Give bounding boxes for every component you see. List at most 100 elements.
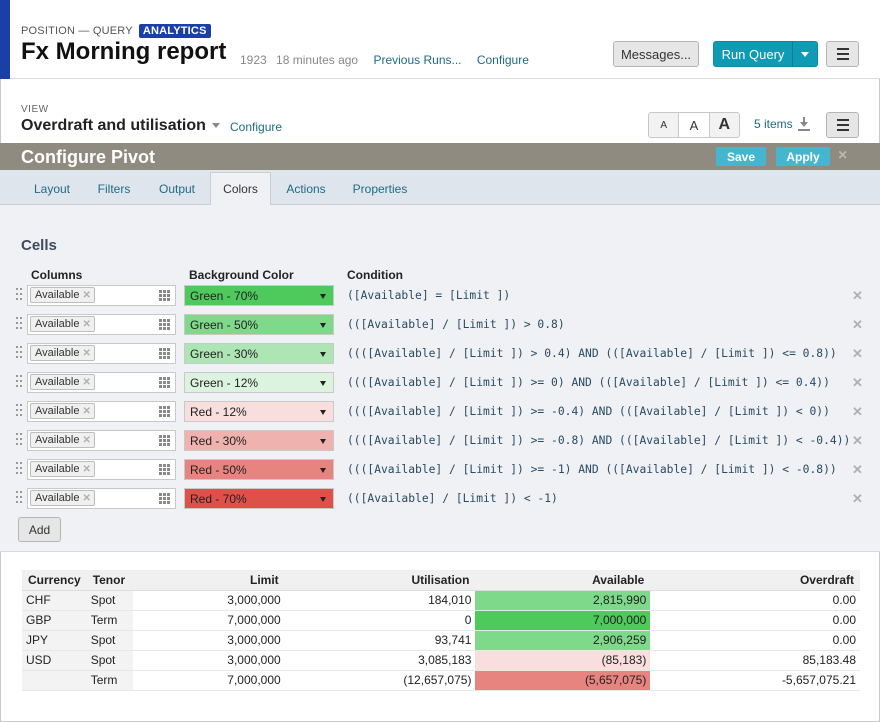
tab-filters[interactable]: Filters [86, 172, 142, 205]
view-selector[interactable]: Overdraft and utilisation [21, 117, 220, 135]
grid-icon[interactable] [159, 435, 170, 446]
drag-handle-icon[interactable] [16, 346, 22, 360]
remove-tag-icon[interactable]: ✕ [82, 464, 90, 475]
drag-handle-icon[interactable] [16, 433, 22, 447]
run-query-button[interactable]: Run Query [713, 41, 793, 67]
remove-rule-icon[interactable]: ✕ [852, 346, 863, 362]
column-tag-label: Available [35, 405, 80, 417]
menu-icon [836, 119, 849, 121]
configure-query-link[interactable]: Configure [477, 53, 529, 67]
table-body: CHF Spot 3,000,000 184,010 2,815,990 0.00 GBP T… [22, 590, 860, 691]
grid-icon[interactable] [159, 377, 170, 388]
remove-rule-icon[interactable]: ✕ [852, 462, 863, 478]
background-color-select[interactable]: Red - 30% [184, 430, 334, 451]
background-color-select[interactable]: Green - 50% [184, 314, 334, 335]
background-color-select[interactable]: Green - 70% [184, 285, 334, 306]
run-query-dropdown[interactable] [792, 41, 818, 67]
remove-rule-icon[interactable]: ✕ [852, 375, 863, 391]
column-select[interactable]: Available ✕ [27, 459, 176, 480]
font-medium-button[interactable]: A [679, 113, 710, 137]
column-select[interactable]: Available ✕ [27, 430, 176, 451]
drag-handle-icon[interactable] [16, 375, 22, 389]
add-rule-button[interactable]: Add [18, 517, 61, 542]
column-select[interactable]: Available ✕ [27, 372, 176, 393]
remove-tag-icon[interactable]: ✕ [82, 493, 90, 504]
column-tag-label: Available [35, 318, 80, 330]
view-menu-button[interactable] [826, 112, 859, 138]
remove-tag-icon[interactable]: ✕ [82, 348, 90, 359]
remove-tag-icon[interactable]: ✕ [82, 435, 90, 446]
condition-expression[interactable]: (([Available] / [Limit ]) < -1) [347, 492, 558, 505]
col-available: Available [475, 570, 651, 591]
font-small-button[interactable]: A [649, 113, 680, 137]
column-select[interactable]: Available ✕ [27, 314, 176, 335]
limit-cell: 3,000,000 [132, 650, 285, 671]
configure-view-link[interactable]: Configure [230, 120, 282, 134]
chevron-down-icon [320, 381, 326, 386]
run-meta: 1923 18 minutes ago Previous Runs... Con… [240, 53, 535, 67]
tenor-cell: Spot [86, 590, 133, 611]
remove-tag-icon[interactable]: ✕ [82, 377, 90, 388]
utilisation-cell: 0 [284, 610, 476, 631]
drag-handle-icon[interactable] [16, 317, 22, 331]
close-icon[interactable]: × [838, 147, 847, 165]
condition-expression[interactable]: ((([Available] / [Limit ]) >= -0.4) AND … [347, 405, 830, 418]
available-cell: 7,000,000 [475, 610, 651, 631]
remove-rule-icon[interactable]: ✕ [852, 404, 863, 420]
grid-icon[interactable] [159, 348, 170, 359]
tenor-cell: Term [86, 610, 133, 631]
column-select[interactable]: Available ✕ [27, 285, 176, 306]
tab-actions[interactable]: Actions [276, 172, 336, 205]
tab-layout[interactable]: Layout [22, 172, 82, 205]
condition-expression[interactable]: ([Available] = [Limit ]) [347, 289, 510, 302]
drag-handle-icon[interactable] [16, 404, 22, 418]
remove-rule-icon[interactable]: ✕ [852, 433, 863, 449]
grid-icon[interactable] [159, 406, 170, 417]
breadcrumb-text: POSITION — QUERY [21, 25, 133, 37]
font-large-button[interactable]: A [710, 113, 739, 137]
tab-colors[interactable]: Colors [210, 172, 271, 206]
save-button[interactable]: Save [716, 147, 766, 166]
remove-rule-icon[interactable]: ✕ [852, 288, 863, 304]
remove-tag-icon[interactable]: ✕ [82, 290, 90, 301]
header-menu-button[interactable] [826, 41, 859, 67]
table-row: Term 7,000,000 (12,657,075) (5,657,075) -5,6… [22, 670, 860, 691]
condition-expression[interactable]: ((([Available] / [Limit ]) > 0.4) AND ((… [347, 347, 837, 360]
column-select[interactable]: Available ✕ [27, 343, 176, 364]
available-cell: (5,657,075) [475, 670, 651, 691]
previous-runs-link[interactable]: Previous Runs... [373, 53, 461, 67]
utilisation-cell: 184,010 [284, 590, 476, 611]
remove-tag-icon[interactable]: ✕ [82, 319, 90, 330]
tab-output[interactable]: Output [148, 172, 206, 205]
grid-icon[interactable] [159, 493, 170, 504]
drag-handle-icon[interactable] [16, 462, 22, 476]
chevron-down-icon [320, 410, 326, 415]
download-icon [797, 117, 810, 131]
condition-expression[interactable]: ((([Available] / [Limit ]) >= -1) AND ((… [347, 463, 837, 476]
column-tag: Available ✕ [30, 461, 95, 477]
column-select[interactable]: Available ✕ [27, 401, 176, 422]
background-color-select[interactable]: Red - 50% [184, 459, 334, 480]
tab-properties[interactable]: Properties [342, 172, 418, 205]
drag-handle-icon[interactable] [16, 288, 22, 302]
remove-rule-icon[interactable]: ✕ [852, 491, 863, 507]
drag-handle-icon[interactable] [16, 491, 22, 505]
background-color-header: Background Color [189, 268, 294, 282]
configure-pivot-title: Configure Pivot [21, 147, 155, 167]
grid-icon[interactable] [159, 464, 170, 475]
background-color-select[interactable]: Red - 70% [184, 488, 334, 509]
background-color-select[interactable]: Green - 30% [184, 343, 334, 364]
grid-icon[interactable] [159, 319, 170, 330]
background-color-select[interactable]: Red - 12% [184, 401, 334, 422]
apply-button[interactable]: Apply [776, 147, 830, 166]
condition-expression[interactable]: ((([Available] / [Limit ]) >= 0) AND (([… [347, 376, 830, 389]
background-color-select[interactable]: Green - 12% [184, 372, 334, 393]
condition-expression[interactable]: ((([Available] / [Limit ]) >= -0.8) AND … [347, 434, 850, 447]
condition-expression[interactable]: (([Available] / [Limit ]) > 0.8) [347, 318, 565, 331]
items-download[interactable]: 5 items [754, 117, 810, 131]
remove-rule-icon[interactable]: ✕ [852, 317, 863, 333]
messages-button[interactable]: Messages... [613, 41, 699, 67]
grid-icon[interactable] [159, 290, 170, 301]
remove-tag-icon[interactable]: ✕ [82, 406, 90, 417]
column-select[interactable]: Available ✕ [27, 488, 176, 509]
